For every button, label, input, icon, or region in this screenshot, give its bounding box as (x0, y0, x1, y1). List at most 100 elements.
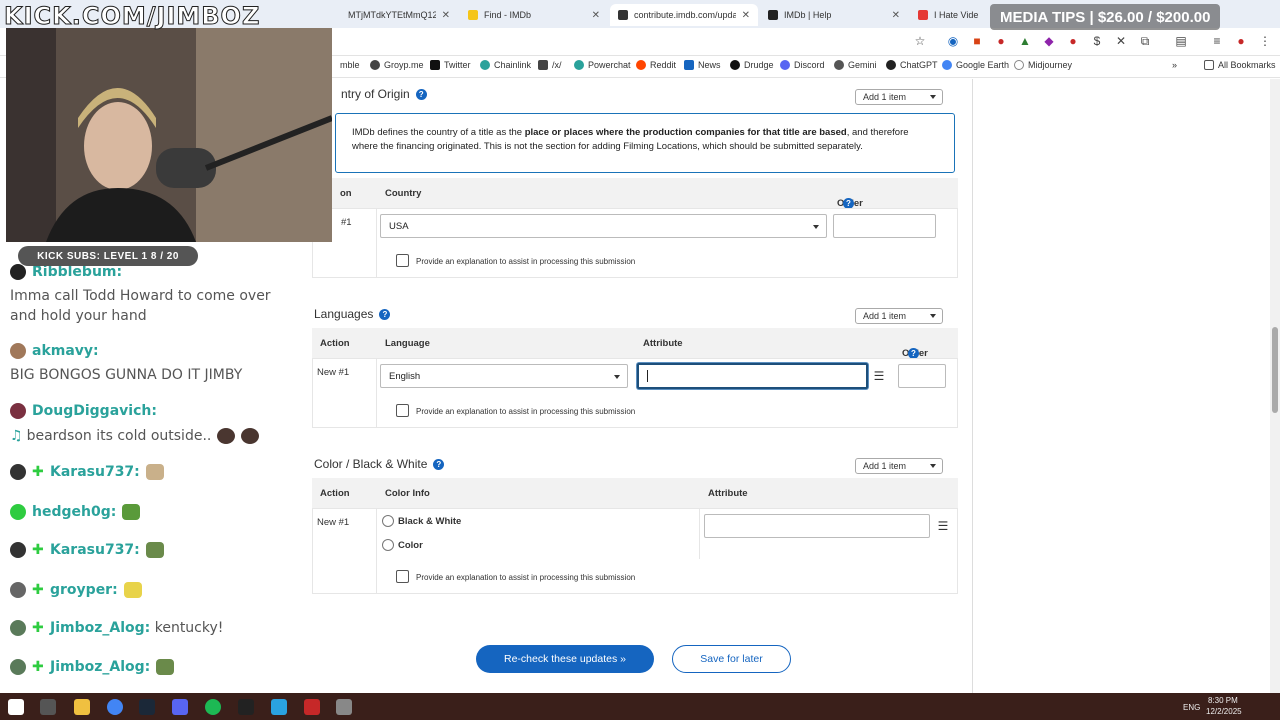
recheck-button[interactable]: Re-check these updates » (476, 645, 654, 673)
info-text: , and therefore (846, 127, 909, 138)
steam-icon[interactable] (139, 699, 155, 715)
close-icon[interactable]: ✕ (592, 10, 600, 21)
app-icon[interactable] (336, 699, 352, 715)
bookmark[interactable]: Chainlink (480, 60, 531, 70)
help-icon[interactable]: ? (415, 88, 427, 100)
bookmark-label: Drudge (744, 60, 774, 70)
add-item-select-country[interactable]: Add 1 item (855, 89, 943, 105)
bookmark[interactable]: Drudge (730, 60, 774, 70)
bookmark[interactable]: Groyp.me (370, 60, 424, 70)
extension-icon[interactable]: ■ (970, 34, 984, 48)
add-item-select-color[interactable]: Add 1 item (855, 458, 943, 474)
bookmark[interactable]: Reddit (636, 60, 676, 70)
tab-find-imdb[interactable]: Find - IMDb ✕ (460, 4, 608, 26)
column-header-attribute: Attribute (708, 488, 748, 499)
chrome-icon[interactable] (107, 699, 123, 715)
spotify-icon[interactable] (205, 699, 221, 715)
chat-username: groyper: (50, 582, 118, 598)
bookmark[interactable]: Gemini (834, 60, 877, 70)
avatar[interactable]: ● (1234, 34, 1248, 48)
discord-icon[interactable] (172, 699, 188, 715)
windows-start-icon[interactable] (8, 699, 24, 715)
chat-message: ✚ Jimboz_Alog: kentucky! (10, 620, 223, 636)
extension-icon[interactable]: ● (994, 34, 1008, 48)
bookmark[interactable]: mble (340, 60, 360, 70)
tab-hate-video[interactable]: I Hate Vide (910, 4, 990, 26)
avatar (10, 403, 26, 419)
stream-chat: Ribblebum: Imma call Todd Howard to come… (0, 242, 298, 693)
close-icon[interactable]: ✕ (442, 10, 450, 21)
app-icon[interactable] (271, 699, 287, 715)
chat-message: DougDiggavich: (10, 403, 157, 419)
bookmark[interactable]: /x/ (538, 60, 562, 70)
chat-username: Karasu737: (50, 464, 140, 480)
avatar (10, 659, 26, 675)
info-text-line-2: where the financing originated. This is … (352, 141, 863, 152)
app-icon[interactable] (304, 699, 320, 715)
obs-icon[interactable] (238, 699, 254, 715)
bookmark[interactable]: News (684, 60, 721, 70)
close-icon[interactable]: ✕ (892, 10, 900, 21)
all-bookmarks[interactable]: All Bookmarks (1204, 60, 1276, 70)
color-attribute-input[interactable] (704, 514, 930, 538)
country-order-input[interactable] (833, 214, 936, 238)
explain-label: Provide an explanation to assist in proc… (416, 573, 636, 582)
help-icon[interactable]: ? (379, 308, 391, 320)
tab-contribute[interactable]: contribute.imdb.com/update ✕ (610, 4, 758, 26)
puzzle-icon[interactable]: ⧉ (1138, 34, 1152, 48)
file-explorer-icon[interactable] (74, 699, 90, 715)
explain-checkbox[interactable] (396, 404, 409, 417)
reading-list-icon[interactable]: ≡ (1210, 34, 1224, 48)
radio-black-white[interactable] (382, 515, 394, 527)
tab-imdb-help[interactable]: IMDb | Help ✕ (760, 4, 908, 26)
extension-icon[interactable]: ▲ (1018, 34, 1032, 48)
bookmark[interactable]: Twitter (430, 60, 471, 70)
tab-1[interactable]: MTjMTdkYTEtMmQ12 ✕ (340, 4, 458, 26)
bookmark[interactable]: Discord (780, 60, 825, 70)
extension-icon[interactable]: $ (1090, 34, 1104, 48)
list-search-icon[interactable]: ☰ (869, 366, 889, 386)
add-item-select-languages[interactable]: Add 1 item (855, 308, 943, 324)
save-for-later-button[interactable]: Save for later (672, 645, 791, 673)
clock-date[interactable]: 12/2/2025 (1206, 707, 1242, 716)
bookmark[interactable]: Google Earth (942, 60, 1009, 70)
bookmark-label: News (698, 60, 721, 70)
media-tips-overlay: MEDIA TIPS | $26.00 / $200.00 (990, 4, 1221, 30)
language-select[interactable]: English (380, 364, 628, 388)
tab-title: IMDb | Help (784, 10, 832, 20)
country-select[interactable]: USA (380, 214, 827, 238)
language-attribute-input[interactable] (637, 363, 868, 389)
media-icon[interactable]: ▤ (1174, 34, 1188, 48)
extension-icon[interactable]: ◉ (946, 34, 960, 48)
list-search-icon[interactable]: ☰ (933, 516, 953, 536)
language-order-input[interactable] (898, 364, 946, 388)
scrollbar-thumb[interactable] (1272, 327, 1278, 413)
explain-checkbox[interactable] (396, 254, 409, 267)
clock-time[interactable]: 8:30 PM (1208, 696, 1238, 705)
midjourney-icon (1014, 60, 1024, 70)
close-icon[interactable]: ✕ (742, 10, 750, 21)
bookmark[interactable]: Midjourney (1014, 60, 1072, 70)
webcam-feed (6, 28, 332, 242)
help-icon[interactable]: ? (433, 458, 445, 470)
bookmark[interactable]: ChatGPT (886, 60, 938, 70)
avatar (10, 542, 26, 558)
chevron-right-icon[interactable]: » (1172, 60, 1177, 70)
explain-checkbox[interactable] (396, 570, 409, 583)
language-indicator[interactable]: ENG (1183, 703, 1200, 712)
task-view-icon[interactable] (40, 699, 56, 715)
news-icon (684, 60, 694, 70)
chatgpt-icon (886, 60, 896, 70)
extension-icon[interactable]: ◆ (1042, 34, 1056, 48)
sub-badge-icon: ✚ (32, 542, 44, 558)
star-icon[interactable]: ☆ (913, 34, 927, 48)
x-icon[interactable]: ✕ (1114, 34, 1128, 48)
chat-username: akmavy: (32, 343, 99, 359)
section-title-text: Languages (314, 307, 374, 321)
music-note-icon: ♫ (10, 428, 23, 444)
bookmark[interactable]: Powerchat (574, 60, 631, 70)
scrollbar[interactable] (1270, 79, 1280, 693)
extension-icon[interactable]: ● (1066, 34, 1080, 48)
radio-color[interactable] (382, 539, 394, 551)
menu-icon[interactable]: ⋮ (1258, 34, 1272, 48)
